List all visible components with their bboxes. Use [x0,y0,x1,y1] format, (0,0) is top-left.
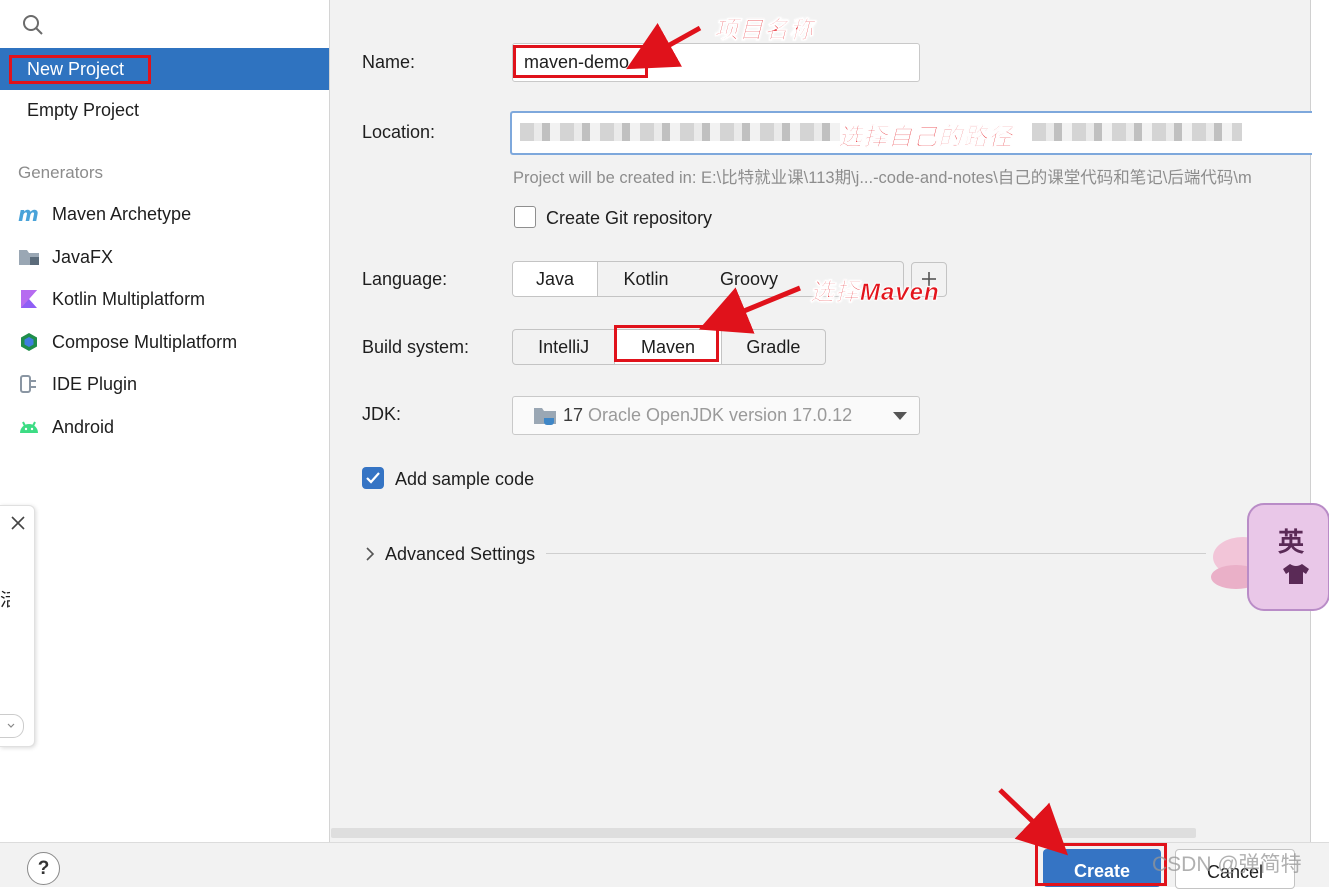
annotation-project-name: 项目名称 [714,17,814,45]
sample-code-label: Add sample code [395,469,535,489]
sidebar-item-label: Kotlin Multiplatform [52,289,206,309]
close-icon[interactable] [10,515,26,531]
advanced-settings-toggle[interactable]: Advanced Settings [385,544,535,565]
popup-text: 活 [0,590,10,610]
annotation-maven: 选择Maven [810,279,940,307]
sidebar-item-kotlin-multiplatform[interactable]: Kotlin Multiplatform [0,279,329,319]
redacted-path [520,123,840,141]
project-path-hint: Project will be created in: E:\比特就业课\113… [513,169,1252,187]
jdk-folder-icon [534,408,556,425]
language-label: Language: [362,269,448,289]
name-label: Name: [362,52,416,72]
check-icon [366,472,380,484]
git-checkbox-label: Create Git repository [546,208,713,228]
create-highlight [1035,843,1167,886]
horizontal-scrollbar[interactable] [331,828,1196,838]
jdk-name: Oracle OpenJDK version 17.0.12 [588,405,853,425]
git-checkbox[interactable] [514,206,536,228]
popup-dropdown[interactable] [0,714,24,738]
maven-highlight [614,325,719,362]
sidebar-item-empty-project[interactable]: Empty Project [0,90,329,130]
generators-heading: Generators [18,163,104,182]
language-kotlin[interactable]: Kotlin [598,262,694,296]
sidebar-item-android[interactable]: Android [0,407,329,447]
android-icon [20,421,38,433]
chevron-down-icon [7,723,15,728]
sticker-text: 英 [1278,527,1305,557]
overlay-popup: 活 [0,505,35,747]
language-groovy[interactable]: Groovy [694,262,804,296]
build-intellij[interactable]: IntelliJ [513,330,616,364]
sticker-decoration: 英 [1208,502,1329,612]
build-system-label: Build system: [362,337,470,357]
svg-text:m: m [18,204,39,224]
sidebar-item-compose-multiplatform[interactable]: Compose Multiplatform [0,322,329,362]
sidebar-item-ide-plugin[interactable]: IDE Plugin [0,364,329,404]
maven-icon: m [18,204,39,224]
advanced-divider [546,553,1206,554]
shirt-icon [1283,564,1309,584]
jdk-version: 17 [563,405,584,425]
sidebar-item-label: Maven Archetype [52,204,192,224]
sidebar-item-label: JavaFX [52,247,114,267]
sample-code-checkbox[interactable] [362,467,384,489]
compose-icon [21,333,37,351]
dropdown-arrow-icon [893,412,907,420]
build-gradle[interactable]: Gradle [722,330,825,364]
folder-icon [19,250,39,265]
language-java[interactable]: Java [513,262,598,296]
sidebar-item-maven-archetype[interactable]: m Maven Archetype [0,194,329,234]
new-project-highlight [9,55,151,84]
watermark: CSDN @弹简特 [1152,853,1302,876]
redacted-path [1032,123,1242,141]
jdk-label: JDK: [362,404,402,424]
help-button[interactable]: ? [27,852,60,885]
annotation-location: 选择自己的路径 [838,124,1013,152]
chevron-right-icon[interactable] [364,546,376,562]
window-edge [1310,0,1329,842]
sidebar-item-label: Compose Multiplatform [52,332,238,352]
plugin-icon [20,375,36,393]
sidebar-item-javafx[interactable]: JavaFX [0,237,329,277]
kotlin-icon [21,290,37,308]
name-highlight [513,45,648,78]
location-label: Location: [362,122,436,142]
project-type-sidebar: New Project Empty Project Generators m M… [0,0,330,842]
search-icon[interactable] [22,14,44,36]
sidebar-item-label: Android [52,417,115,437]
sidebar-item-label: IDE Plugin [52,374,138,394]
sidebar-item-label: Empty Project [27,100,140,120]
jdk-dropdown[interactable]: 17 Oracle OpenJDK version 17.0.12 [512,396,920,435]
